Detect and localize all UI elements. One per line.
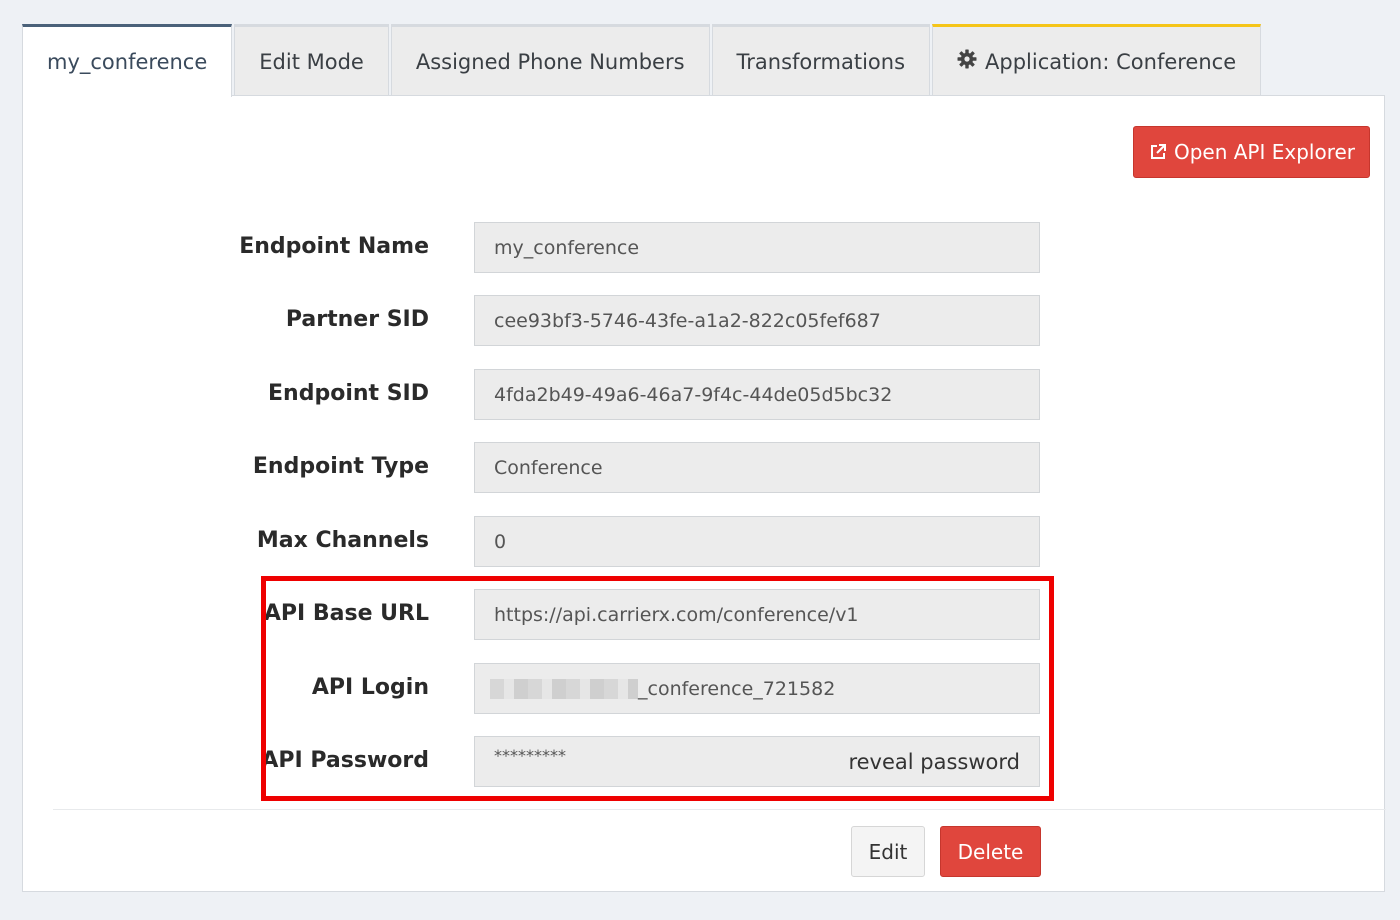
partner-sid-label: Partner SID (285, 307, 429, 332)
tab-label: Transformations (736, 49, 906, 74)
tab-application-conference[interactable]: Application: Conference (932, 24, 1262, 96)
tab-bar: my_conference Edit Mode Assigned Phone N… (22, 24, 1262, 97)
partner-sid-value: cee93bf3-5746-43fe-a1a2-822c05fef687 (494, 309, 881, 332)
tab-label: my_conference (47, 50, 208, 74)
max-channels-value: 0 (494, 530, 507, 553)
delete-button-label: Delete (957, 839, 1024, 864)
max-channels-label: Max Channels (256, 528, 429, 553)
tab-edit-mode[interactable]: Edit Mode (234, 24, 389, 96)
open-api-explorer-button[interactable]: Open API Explorer (1133, 126, 1370, 178)
endpoint-sid-field[interactable]: 4fda2b49-49a6-46a7-9f4c-44de05d5bc32 (474, 369, 1040, 420)
edit-button[interactable]: Edit (851, 826, 925, 877)
endpoint-panel: Open API Explorer Endpoint Name my_confe… (22, 95, 1386, 892)
endpoint-sid-value: 4fda2b49-49a6-46a7-9f4c-44de05d5bc32 (494, 383, 893, 406)
partner-sid-field[interactable]: cee93bf3-5746-43fe-a1a2-822c05fef687 (474, 295, 1040, 346)
endpoint-type-label: Endpoint Type (252, 454, 429, 479)
endpoint-name-field[interactable]: my_conference (474, 222, 1040, 273)
gear-icon (957, 49, 979, 75)
delete-button[interactable]: Delete (940, 826, 1041, 877)
tab-my-conference[interactable]: my_conference (22, 24, 233, 97)
tab-transformations[interactable]: Transformations (711, 24, 931, 96)
tab-label: Application: Conference (985, 49, 1237, 74)
endpoint-type-value: Conference (494, 456, 603, 479)
max-channels-field[interactable]: 0 (474, 516, 1040, 567)
external-link-icon (1148, 142, 1168, 162)
endpoint-name-label: Endpoint Name (239, 234, 429, 259)
divider (53, 809, 1386, 810)
endpoint-sid-label: Endpoint SID (268, 381, 429, 406)
tab-label: Assigned Phone Numbers (415, 49, 685, 74)
api-credentials-highlight (261, 576, 1054, 801)
tab-assigned-phone-numbers[interactable]: Assigned Phone Numbers (390, 24, 710, 96)
edit-button-label: Edit (868, 839, 908, 864)
endpoint-type-field[interactable]: Conference (474, 442, 1040, 493)
tab-label: Edit Mode (259, 49, 364, 74)
endpoint-name-value: my_conference (494, 236, 640, 259)
open-api-explorer-label: Open API Explorer (1173, 140, 1356, 164)
